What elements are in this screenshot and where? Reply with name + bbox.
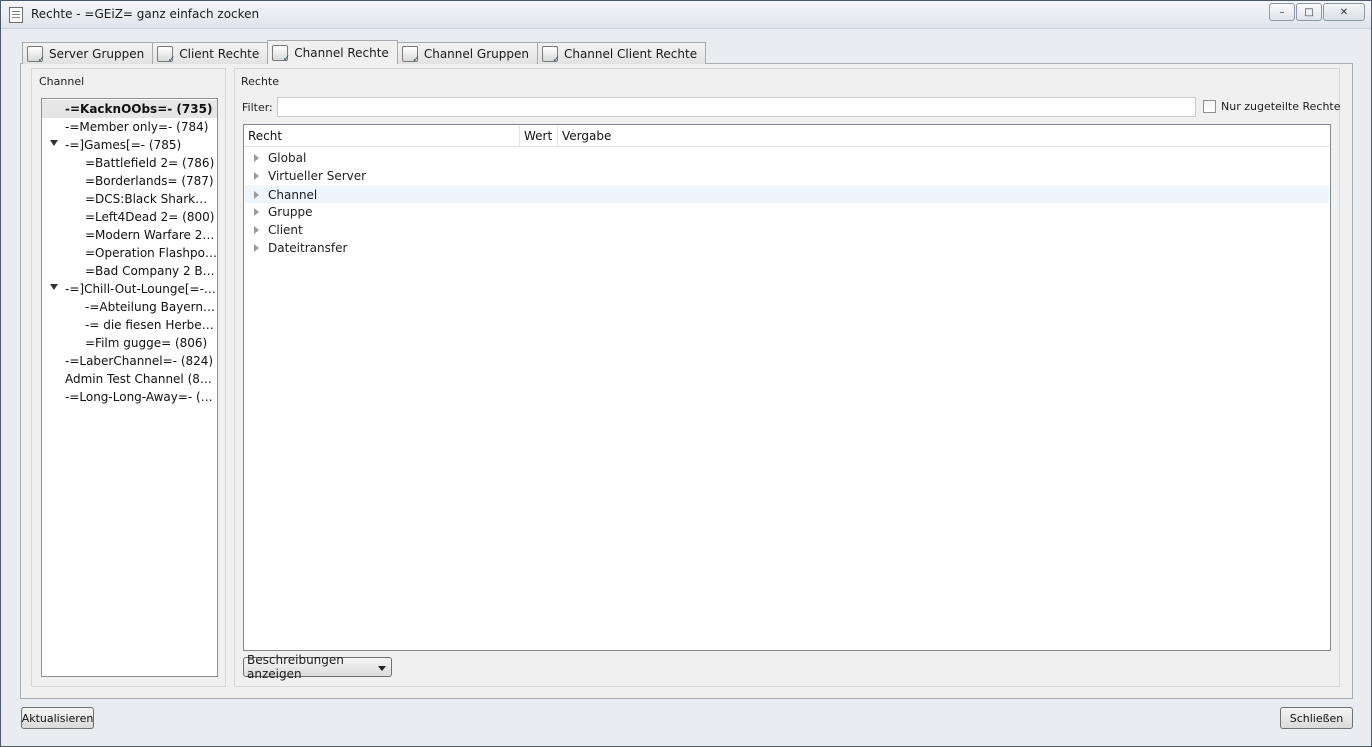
table-row[interactable]: Global [245,149,1329,167]
expand-arrow-icon[interactable] [50,284,58,290]
tree-item[interactable]: =DCS:Black Shark= (7... [42,190,217,208]
close-button[interactable]: Schließen [1280,707,1353,729]
tree-item-label: -=Abteilung Bayern=-... [85,300,217,314]
expand-arrow-icon[interactable] [254,172,259,180]
expand-arrow-icon[interactable] [254,154,259,162]
tree-item[interactable]: Admin Test Channel (807) [42,370,217,388]
tree-item[interactable]: -=KacknOObs=- (735) [42,100,217,118]
only-assigned-toggle[interactable]: Nur zugeteilte Rechte [1203,100,1341,113]
expand-arrow-icon[interactable] [254,191,259,199]
tab-client-rechte[interactable]: Client Rechte [152,42,269,65]
tree-item-label: Admin Test Channel (807) [65,372,217,386]
tree-item-label: -=]Chill-Out-Lounge[=- (... [65,282,217,296]
table-row[interactable]: Gruppe [245,203,1329,221]
channel-client-permissions-icon [541,45,560,65]
channel-group-title: Channel [39,75,85,88]
tree-item-label: =Modern Warfare 2= (... [85,228,217,242]
table-row[interactable]: Client [245,221,1329,239]
tree-item-label: -=Long-Long-Away=- (18... [65,390,217,404]
tree-item[interactable]: -= die fiesen Herberts ... [42,316,217,334]
tree-item-label: -= die fiesen Herberts ... [85,318,217,332]
tab-bar: Server Gruppen Client Rechte Channel Rec… [22,40,707,65]
title-bar: Rechte - =GEiZ= ganz einfach zocken – □ … [1,1,1371,29]
tree-item-label: =Film gugge= (806) [85,336,208,350]
table-row[interactable]: Channel [245,185,1329,203]
expand-arrow-icon[interactable] [254,208,259,216]
client-permissions-icon [157,45,175,65]
tree-item[interactable]: -=Abteilung Bayern=-... [42,298,217,316]
tree-item-label: =Operation Flashpoint... [85,246,217,260]
tab-label: Channel Client Rechte [563,46,698,61]
row-label: Virtueller Server [268,169,367,183]
tree-item-label: =Bad Company 2 BET... [85,264,217,278]
table-row[interactable]: Dateitransfer [245,239,1329,257]
tree-item[interactable]: =Borderlands= (787) [42,172,217,190]
tree-item[interactable]: -=]Chill-Out-Lounge[=- (... [42,280,217,298]
tab-label: Client Rechte [179,46,260,61]
tree-item[interactable]: =Film gugge= (806) [42,334,217,352]
maximize-button[interactable]: □ [1296,3,1322,21]
tree-item[interactable]: =Bad Company 2 BET... [42,262,217,280]
tree-item-label: -=KacknOObs=- (735) [65,102,213,116]
table-row[interactable]: Virtueller Server [245,167,1329,185]
expand-arrow-icon[interactable] [50,140,58,146]
tree-item-label: =Left4Dead 2= (800) [85,210,215,224]
permissions-table[interactable]: Recht Wert Vergabe Global Virtueller Ser… [243,124,1331,651]
row-label: Dateitransfer [268,241,348,255]
row-label: Gruppe [268,205,313,219]
column-header-vergabe[interactable]: Vergabe [558,125,658,147]
filter-label: Filter: [242,101,273,114]
row-label: Channel [268,187,318,202]
rechte-group-title: Rechte [241,75,280,88]
channel-permissions-icon [272,44,290,64]
channel-tree[interactable]: -=KacknOObs=- (735) -=Member only=- (784… [41,98,218,677]
filter-input[interactable] [277,97,1196,117]
channel-groups-icon [401,45,420,65]
tree-item[interactable]: -=Long-Long-Away=- (18... [42,388,217,406]
chevron-down-icon [378,666,386,671]
tab-channel-client-rechte[interactable]: Channel Client Rechte [536,42,707,65]
tab-server-gruppen[interactable]: Server Gruppen [22,42,154,65]
tab-label: Channel Gruppen [423,46,529,61]
tree-item[interactable]: =Battlefield 2= (786) [42,154,217,172]
tree-item[interactable]: =Left4Dead 2= (800) [42,208,217,226]
descriptions-button-label: Beschreibungen anzeigen [247,653,344,681]
close-window-button[interactable]: ✕ [1323,3,1365,21]
expand-arrow-icon[interactable] [254,244,259,252]
tree-item-label: -=LaberChannel=- (824) [65,354,214,368]
row-label: Global [268,151,307,165]
server-groups-icon [27,45,45,65]
tree-item[interactable]: -=]Games[=- (785) [42,136,217,154]
tree-item-label: =Borderlands= (787) [85,174,214,188]
tab-channel-rechte[interactable]: Channel Rechte [267,40,398,64]
tree-item[interactable]: -=LaberChannel=- (824) [42,352,217,370]
expand-arrow-icon[interactable] [254,226,259,234]
tree-item-label: =Battlefield 2= (786) [85,156,215,170]
tree-item[interactable]: =Operation Flashpoint... [42,244,217,262]
window-controls: – □ ✕ [1269,3,1365,21]
app-document-icon [9,7,23,23]
tab-label: Channel Rechte [294,45,389,60]
tree-item-label: -=]Games[=- (785) [65,138,182,152]
descriptions-dropdown-button[interactable]: Beschreibungen anzeigen [243,653,392,681]
tab-label: Server Gruppen [49,46,145,61]
tree-item-label: =DCS:Black Shark= (7... [85,192,217,206]
column-header-recht[interactable]: Recht [244,125,520,147]
window-title: Rechte - =GEiZ= ganz einfach zocken [31,7,260,21]
only-assigned-label: Nur zugeteilte Rechte [1221,100,1341,113]
tab-channel-gruppen[interactable]: Channel Gruppen [396,42,538,65]
tree-item-label: -=Member only=- (784) [65,120,209,134]
table-header: Recht Wert Vergabe [244,125,1330,147]
column-header-wert[interactable]: Wert [520,125,558,147]
only-assigned-checkbox[interactable] [1203,100,1216,113]
tree-item[interactable]: -=Member only=- (784) [42,118,217,136]
minimize-button[interactable]: – [1269,3,1295,21]
tree-item[interactable]: =Modern Warfare 2= (... [42,226,217,244]
refresh-button[interactable]: Aktualisieren [21,707,94,729]
row-label: Client [268,223,303,237]
rechte-window: Rechte - =GEiZ= ganz einfach zocken – □ … [0,0,1372,747]
